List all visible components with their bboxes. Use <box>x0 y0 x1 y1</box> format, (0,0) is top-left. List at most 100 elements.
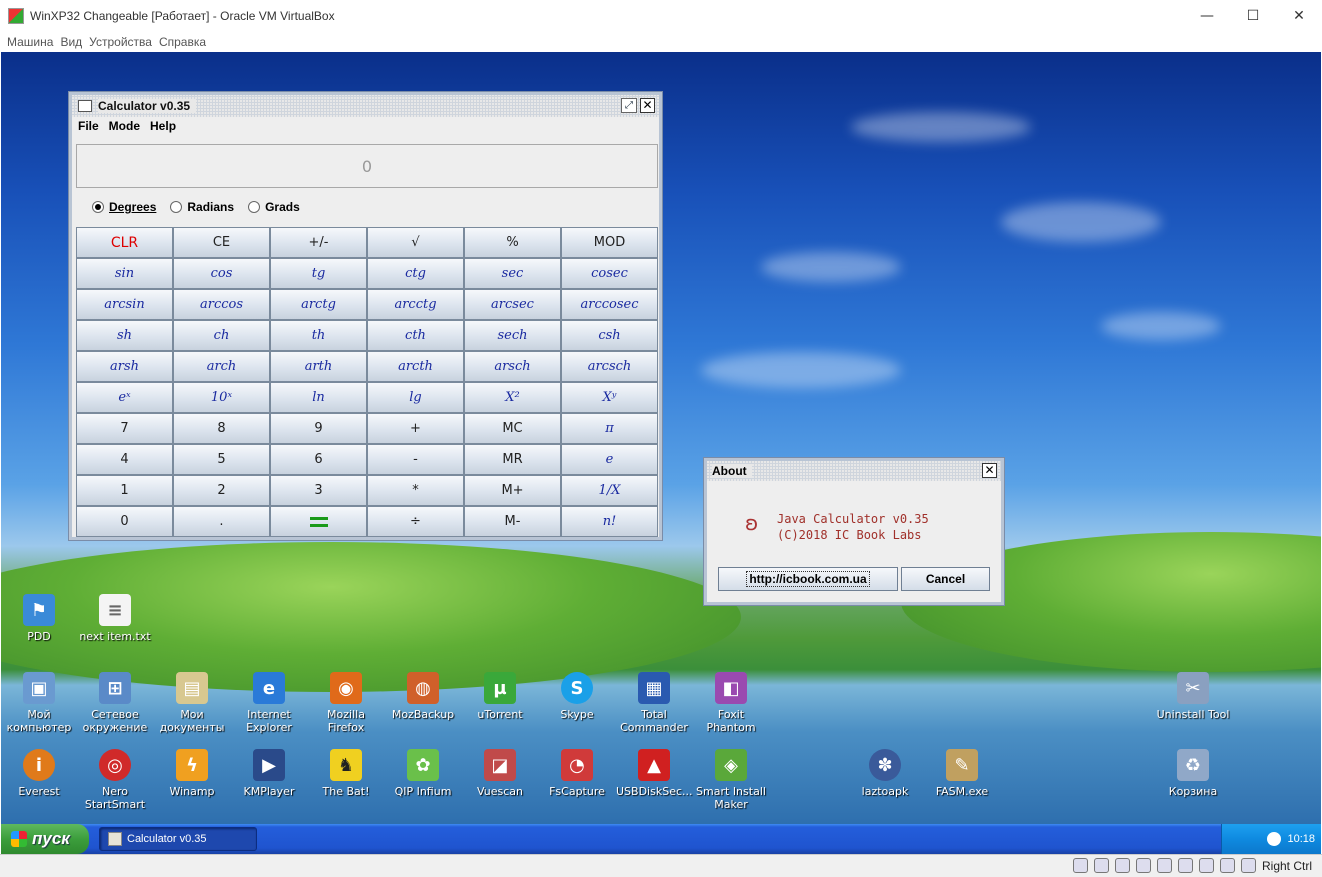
hard-disk-icon[interactable] <box>1072 858 1088 873</box>
desktop-icon-nero[interactable]: ◎ Nero StartSmart <box>77 749 153 811</box>
radio-button-icon[interactable] <box>92 201 104 213</box>
desktop-icon-my-documents[interactable]: ▤ Мои документы <box>154 672 230 734</box>
radio-button-icon[interactable] <box>248 201 261 213</box>
key-3-4[interactable]: sech <box>464 320 561 351</box>
desktop-icon-fasm[interactable]: ✎ FASM.exe <box>924 749 1000 798</box>
network-adapter-icon[interactable] <box>1135 858 1151 873</box>
key-3-5[interactable]: csh <box>561 320 658 351</box>
desktop-icon-vuescan[interactable]: ◪ Vuescan <box>462 749 538 798</box>
close-icon[interactable]: ✕ <box>640 98 655 113</box>
desktop-icon-utorrent[interactable]: µ uTorrent <box>462 672 538 721</box>
menu-file[interactable]: File <box>78 119 99 133</box>
desktop-icon-everest[interactable]: i Everest <box>1 749 77 798</box>
key-7-0[interactable]: 4 <box>76 444 173 475</box>
desktop-icon-pdd[interactable]: ⚑ PDD <box>1 594 77 643</box>
key-0-1[interactable]: CE <box>173 227 270 258</box>
key-4-3[interactable]: arcth <box>367 351 464 382</box>
key-4-0[interactable]: arsh <box>76 351 173 382</box>
key-8-0[interactable]: 1 <box>76 475 173 506</box>
key-0-0[interactable]: CLR <box>76 227 173 258</box>
desktop-icon-internet-explorer[interactable]: e Internet Explorer <box>231 672 307 734</box>
key-5-3[interactable]: lg <box>367 382 464 413</box>
key-9-1[interactable]: . <box>173 506 270 537</box>
desktop-icon-network[interactable]: ⊞ Сетевое окружение <box>77 672 153 734</box>
desktop-icon-total-commander[interactable]: ▦ Total Commander <box>616 672 692 734</box>
restore-icon[interactable]: ⤢ <box>621 98 637 113</box>
desktop-icon-foxit-phantom[interactable]: ◧ Foxit Phantom <box>693 672 769 734</box>
optical-drive-icon[interactable] <box>1093 858 1109 873</box>
radio-degrees[interactable]: Degrees <box>92 200 156 214</box>
key-5-4[interactable]: X² <box>464 382 561 413</box>
menu-help[interactable]: Help <box>150 119 176 133</box>
key-6-3[interactable]: + <box>367 413 464 444</box>
about-titlebar[interactable]: About ✕ <box>707 461 1001 481</box>
key-8-2[interactable]: 3 <box>270 475 367 506</box>
key-7-1[interactable]: 5 <box>173 444 270 475</box>
key-1-0[interactable]: sin <box>76 258 173 289</box>
desktop-icon-the-bat[interactable]: ♞ The Bat! <box>308 749 384 798</box>
key-0-5[interactable]: MOD <box>561 227 658 258</box>
key-1-2[interactable]: tg <box>270 258 367 289</box>
key-3-2[interactable]: th <box>270 320 367 351</box>
desktop-icon-kmplayer[interactable]: ▶ KMPlayer <box>231 749 307 798</box>
key-6-1[interactable]: 8 <box>173 413 270 444</box>
key-7-5[interactable]: e <box>561 444 658 475</box>
key-4-4[interactable]: arsch <box>464 351 561 382</box>
desktop-icon-skype[interactable]: S Skype <box>539 672 615 721</box>
key-1-1[interactable]: cos <box>173 258 270 289</box>
desktop-icon-qip-infium[interactable]: ✿ QIP Infium <box>385 749 461 798</box>
tray-clock-icon[interactable] <box>1267 832 1282 846</box>
desktop-icon-smart-install-maker[interactable]: ◈ Smart Install Maker <box>693 749 769 811</box>
key-5-2[interactable]: ln <box>270 382 367 413</box>
key-8-1[interactable]: 2 <box>173 475 270 506</box>
taskbar-item-calculator[interactable]: Calculator v0.35 <box>99 827 257 851</box>
shared-folders-icon[interactable] <box>1156 858 1172 873</box>
key-7-2[interactable]: 6 <box>270 444 367 475</box>
desktop-icon-winamp[interactable]: ϟ Winamp <box>154 749 230 798</box>
key-3-0[interactable]: sh <box>76 320 173 351</box>
key-1-5[interactable]: cosec <box>561 258 658 289</box>
menu-help[interactable]: Справка <box>159 35 206 49</box>
start-button[interactable]: пуск <box>1 824 89 854</box>
display-icon[interactable] <box>1177 858 1193 873</box>
desktop-icon-recycle-bin[interactable]: ♻ Корзина <box>1155 749 1231 798</box>
key-2-0[interactable]: arcsin <box>76 289 173 320</box>
clock[interactable]: 10:18 <box>1287 833 1315 845</box>
key-7-3[interactable]: - <box>367 444 464 475</box>
key-4-5[interactable]: arcsch <box>561 351 658 382</box>
key-5-1[interactable]: 10ˣ <box>173 382 270 413</box>
desktop-icon-mozbackup[interactable]: ◍ MozBackup <box>385 672 461 721</box>
maximize-button[interactable]: ☐ <box>1230 0 1276 32</box>
key-9-3[interactable]: ÷ <box>367 506 464 537</box>
key-5-0[interactable]: eˣ <box>76 382 173 413</box>
url-button[interactable]: http://icbook.com.ua <box>718 567 898 591</box>
menu-machine[interactable]: Машина <box>7 35 53 49</box>
radio-radians[interactable]: Radians <box>170 200 234 214</box>
key-6-2[interactable]: 9 <box>270 413 367 444</box>
key-9-5[interactable]: n! <box>561 506 658 537</box>
minimize-button[interactable]: — <box>1184 0 1230 32</box>
menu-mode[interactable]: Mode <box>109 119 140 133</box>
key-2-3[interactable]: arcctg <box>367 289 464 320</box>
key-7-4[interactable]: MR <box>464 444 561 475</box>
radio-grads[interactable]: Grads <box>248 200 300 214</box>
key-5-5[interactable]: Xʸ <box>561 382 658 413</box>
key-0-3[interactable]: √ <box>367 227 464 258</box>
key-2-5[interactable]: arccosec <box>561 289 658 320</box>
desktop-icon-my-computer[interactable]: ▣ Мой компьютер <box>1 672 77 734</box>
key-9-0[interactable]: 0 <box>76 506 173 537</box>
key-6-5[interactable]: π <box>561 413 658 444</box>
key-2-2[interactable]: arctg <box>270 289 367 320</box>
key-2-4[interactable]: arcsec <box>464 289 561 320</box>
mouse-integration-icon[interactable] <box>1219 858 1235 873</box>
key-2-1[interactable]: arccos <box>173 289 270 320</box>
key-8-3[interactable]: * <box>367 475 464 506</box>
key-6-4[interactable]: MC <box>464 413 561 444</box>
close-icon[interactable]: ✕ <box>982 463 997 478</box>
desktop-icon-laztoapk[interactable]: ✽ laztoapk <box>847 749 923 798</box>
key-4-2[interactable]: arth <box>270 351 367 382</box>
desktop-icon-firefox[interactable]: ◉ Mozilla Firefox <box>308 672 384 734</box>
radio-button-icon[interactable] <box>170 201 183 213</box>
key-8-4[interactable]: M+ <box>464 475 561 506</box>
key-1-4[interactable]: sec <box>464 258 561 289</box>
